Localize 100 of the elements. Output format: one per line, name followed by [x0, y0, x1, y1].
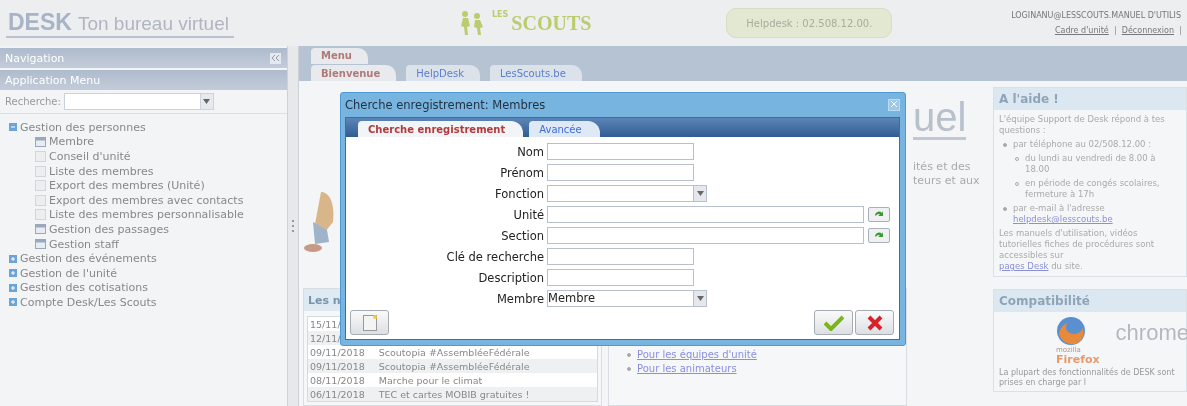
help-title: A l'aide !	[994, 88, 1186, 110]
tab[interactable]: HelpDesk	[406, 65, 480, 81]
help-manuals-end: du site.	[1051, 261, 1083, 271]
tree-item[interactable]: Gestion des cotisations	[9, 280, 287, 296]
help-hours: en période de congés scolaires, fermeture à 17h	[1025, 178, 1161, 200]
bullet-icon	[627, 366, 631, 371]
menu-item[interactable]: Gestion des passages	[9, 222, 287, 237]
page-icon	[35, 165, 46, 177]
menu-label: Export des membres (Unité)	[49, 179, 205, 193]
guide-link[interactable]: Pour les équipes d'unité	[637, 349, 757, 360]
bullet-icon	[627, 352, 631, 357]
menu-item[interactable]: Liste des membres	[9, 163, 287, 179]
tab[interactable]: LesScouts.be	[489, 65, 582, 81]
input-field[interactable]	[547, 143, 694, 160]
caret-icon	[203, 99, 211, 104]
input-field[interactable]	[547, 248, 694, 265]
news-title-text: TEC et cartes MOBIB gratuites !	[378, 388, 530, 400]
collapse-icon[interactable]	[9, 123, 17, 132]
dialog-tab[interactable]: Cherche enregistrement	[358, 121, 524, 137]
tree-label: Gestion des événements	[20, 252, 157, 266]
user-login: LOGINANU@LESSCOUTS.MANUEL D'UTILIS	[1011, 11, 1181, 20]
input-field[interactable]	[547, 227, 864, 244]
menu-item[interactable]: Gestion staff	[9, 236, 287, 252]
input-field[interactable]	[547, 206, 864, 223]
email-link[interactable]: helpdesk@lesscouts.be	[1013, 214, 1113, 224]
menu-label: Conseil d'unité	[49, 150, 131, 163]
news-date: 15/11/	[310, 318, 341, 330]
close-icon	[866, 314, 883, 331]
compat-title: Compatibilité	[994, 290, 1186, 312]
field-label: Nom	[516, 144, 544, 159]
expand-icon[interactable]	[9, 283, 17, 292]
logo-subtitle: Ton bureau virtuel	[77, 12, 229, 35]
news-row[interactable]: 09/11/2018 Scoutopia #AssembléeFédérale	[308, 359, 597, 373]
menu-item[interactable]: Export des membres avec contacts	[9, 192, 287, 208]
tree-item[interactable]: Gestion des personnes	[9, 120, 287, 135]
field-label: Unité	[512, 207, 544, 222]
double-chevron-icon	[272, 54, 279, 61]
select-field[interactable]: Membre	[547, 290, 707, 307]
menu-item[interactable]: Export des membres (Unité)	[9, 178, 287, 193]
arrow-icon	[874, 210, 884, 219]
expand-icon[interactable]	[9, 298, 17, 307]
input-field[interactable]	[547, 164, 694, 181]
window-icon	[35, 224, 46, 235]
news-date: 06/11/2018	[310, 388, 365, 400]
news-date: 12/11/	[310, 332, 341, 344]
expand-icon[interactable]	[9, 254, 17, 263]
page-icon	[35, 209, 46, 221]
lookup-button[interactable]	[868, 228, 890, 243]
tab[interactable]: Bienvenue	[311, 65, 397, 81]
help-email: par e-mail à l'adresse	[1013, 203, 1106, 214]
dialog-title: Cherche enregistrement: Membres	[345, 98, 546, 112]
tree-label: Gestion des cotisations	[20, 281, 148, 295]
brand-name: SCOUTS	[511, 11, 592, 35]
field-label: Fonction	[494, 186, 544, 201]
checkmark-icon	[823, 314, 844, 331]
tree-item[interactable]: Gestion des événements	[9, 251, 287, 266]
confirm-button[interactable]	[814, 310, 853, 335]
new-button[interactable]	[350, 310, 389, 335]
cancel-button[interactable]	[855, 310, 894, 335]
firefox-label: Firefox	[1056, 354, 1100, 365]
field-label: Section	[500, 228, 544, 243]
page-icon	[35, 180, 46, 192]
select-field[interactable]	[547, 185, 707, 202]
news-date: 08/11/2018	[310, 374, 365, 386]
arrow-icon	[874, 231, 884, 240]
desk-pages-link[interactable]: pages Desk	[999, 261, 1049, 271]
menu-item[interactable]: Liste des membres personnalisable	[9, 207, 287, 223]
welcome-text: ités et des	[913, 160, 971, 174]
page-icon	[35, 151, 46, 162]
tree-item[interactable]: Gestion de l'unité	[9, 265, 287, 281]
help-intro: L'équipe Support de Desk répond à tes questions :	[999, 114, 1166, 136]
help-hours: du lundi au vendredi de 8.00 à 18.00	[1025, 153, 1157, 175]
news-row[interactable]: 06/11/2018 TEC et cartes MOBIB gratuites !	[308, 387, 597, 401]
menu-item[interactable]: Conseil d'unité	[9, 149, 287, 164]
news-title-text: Scoutopia #AssembléeFédérale	[378, 346, 530, 358]
news-date: 09/11/2018	[310, 346, 365, 358]
caret-icon	[696, 296, 704, 301]
lookup-button[interactable]	[868, 207, 890, 222]
menu-item[interactable]: Membre	[9, 134, 287, 150]
field-label: Clé de recherche	[445, 249, 544, 264]
input-field[interactable]	[547, 269, 694, 286]
expand-icon[interactable]	[9, 269, 17, 278]
tree-label: Gestion de l'unité	[20, 266, 117, 280]
caret-icon	[696, 191, 704, 196]
panel-title: Navigation	[5, 51, 65, 65]
close-button[interactable]	[888, 99, 900, 111]
search-field[interactable]	[63, 93, 214, 110]
dialog-tab[interactable]: Avancée	[529, 121, 600, 137]
welcome-text: teurs et aux	[913, 174, 980, 188]
guide-link[interactable]: Pour les animateurs	[637, 363, 737, 374]
header-link[interactable]: Déconnexion	[1121, 26, 1181, 35]
collapse-button[interactable]	[270, 52, 281, 64]
menu-label: Gestion des passages	[49, 222, 169, 236]
help-phone: par téléphone au 02/508.12.00 :	[1013, 139, 1152, 150]
header-link[interactable]: Cadre d'unité	[1054, 26, 1116, 35]
tab[interactable]: Menu	[311, 47, 368, 64]
tree-item[interactable]: Compte Desk/Les Scouts	[9, 295, 287, 310]
tree-label: Gestion des personnes	[20, 120, 146, 134]
document-icon	[362, 314, 377, 331]
menu-label: Export des membres avec contacts	[49, 193, 244, 207]
